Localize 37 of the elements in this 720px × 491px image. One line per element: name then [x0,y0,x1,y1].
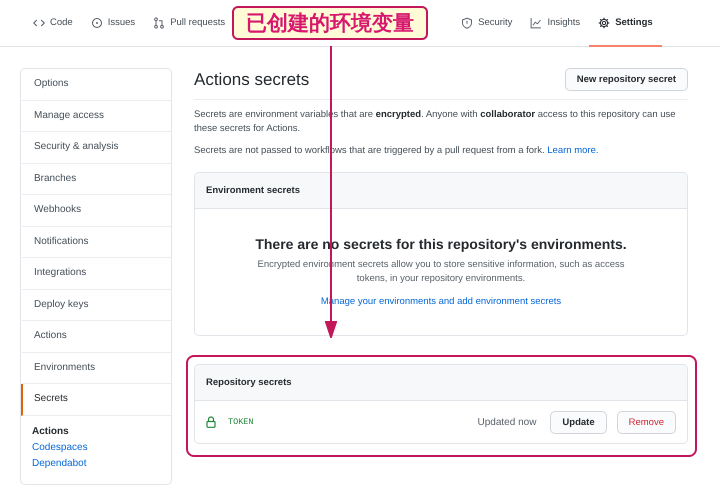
update-button[interactable]: Update [550,410,607,434]
sidebar-item[interactable]: Secrets [21,384,171,416]
pull-icon [153,16,166,28]
sidebar-heading: Actions [32,426,70,436]
shield-icon [461,16,474,28]
sidebar-item[interactable]: Deploy keys [21,290,171,321]
gear-icon [598,16,610,28]
sidebar-item[interactable]: Security & analysis [21,132,171,164]
sidebar-link[interactable]: Dependabot [32,458,160,468]
nav-tab[interactable]: Settings [589,0,662,47]
secret-name: TOKEN [228,417,255,427]
nav-tab[interactable]: Security [452,0,522,47]
sidebar-item[interactable]: Branches [21,164,171,195]
sidebar-link[interactable]: Codespaces [32,442,160,452]
updated-text: Updated now [477,416,536,428]
panel-title: Repository secrets [205,377,292,388]
sidebar-item[interactable]: Notifications [21,226,171,258]
issue-icon [90,16,103,28]
new-secret-button[interactable]: New repository secret [564,68,688,91]
lock-icon [206,416,216,428]
sidebar-item[interactable]: Environments [21,352,171,384]
sidebar-item[interactable]: Actions [21,321,171,352]
learn-more-link[interactable]: Learn more. [547,145,598,156]
nav-tab[interactable]: Code [24,0,82,47]
sidebar-item[interactable]: Options [21,69,171,100]
sidebar-item[interactable]: Webhooks [21,195,171,226]
panel-title: Environment secrets [205,185,300,196]
graph-icon [530,16,542,28]
remove-button[interactable]: Remove [616,410,676,434]
annotation-callout: 已创建的环境变量 [232,6,428,40]
code-icon [33,16,45,28]
sidebar-item[interactable]: Integrations [21,258,171,290]
nav-tab[interactable]: Insights [521,0,590,47]
nav-tab[interactable]: Issues [82,0,144,47]
nav-tab[interactable]: Pull requests [144,0,234,47]
sidebar-item[interactable]: Manage access [21,100,171,132]
page-title: Actions secrets [194,70,310,90]
